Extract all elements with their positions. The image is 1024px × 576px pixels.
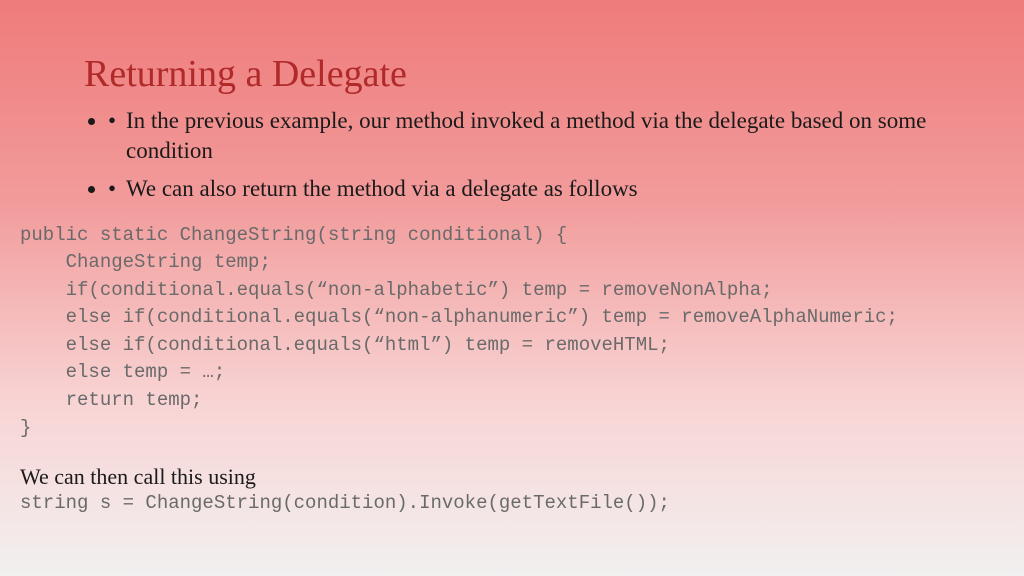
code-block-usage: string s = ChangeString(condition).Invok…	[20, 492, 994, 514]
bullet-item: We can also return the method via a dele…	[108, 174, 948, 204]
bullet-list: In the previous example, our method invo…	[108, 106, 994, 204]
slide-title: Returning a Delegate	[84, 52, 994, 96]
caption-text: We can then call this using	[20, 464, 994, 490]
slide: Returning a Delegate In the previous exa…	[0, 0, 1024, 534]
code-block-main: public static ChangeString(string condit…	[20, 222, 994, 442]
bullet-item: In the previous example, our method invo…	[108, 106, 948, 166]
